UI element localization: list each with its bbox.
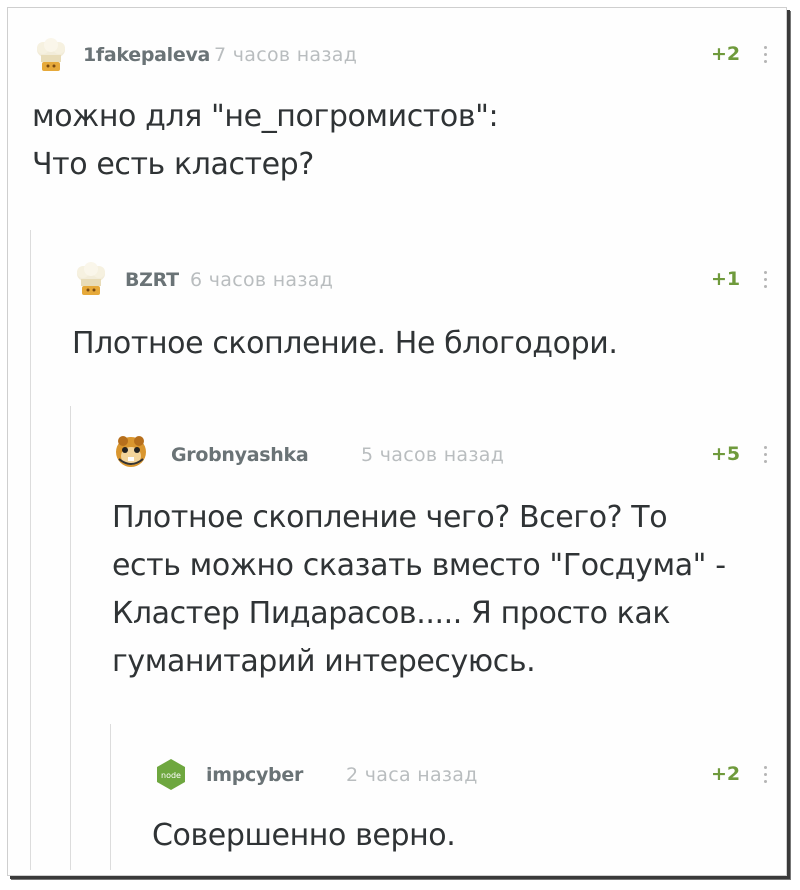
comment-text: Плотное скопление. Не блогодори. — [72, 320, 618, 368]
comment-rating: +2 — [711, 43, 741, 65]
comment-text-line: Совершенно верно. — [152, 818, 456, 853]
comment-rating: +2 — [711, 763, 741, 785]
comment-text: Плотное скопление чего? Всего? То есть м… — [112, 494, 726, 686]
comment-timestamp[interactable]: 5 часов назад — [361, 444, 504, 466]
comment-text-line: Плотное скопление. Не блогодори. — [72, 326, 618, 361]
comment-timestamp[interactable]: 2 часа назад — [346, 764, 478, 786]
more-options-icon[interactable] — [764, 766, 768, 784]
comment-text-line: есть можно сказать вместо "Госдума" - — [112, 548, 726, 583]
comment-rating: +5 — [711, 443, 741, 465]
comment-timestamp[interactable]: 6 часов назад — [190, 269, 333, 291]
thread-line-level-3[interactable] — [110, 724, 111, 870]
more-options-icon[interactable] — [764, 446, 768, 464]
comment-text-line: Плотное скопление чего? Всего? То — [112, 500, 668, 535]
comment-timestamp[interactable]: 7 часов назад — [214, 44, 357, 66]
more-options-icon[interactable] — [764, 46, 768, 64]
comment-text-line: Кластер Пидарасов..... Я просто как — [112, 596, 671, 631]
avatar-node-text: node — [161, 771, 181, 780]
thread-line-level-2[interactable] — [70, 406, 71, 870]
comment-text: можно для "не_погромистов": Что есть кла… — [32, 93, 499, 189]
chef-hat-avatar-icon[interactable] — [33, 38, 69, 72]
comment-author[interactable]: BZRT — [125, 269, 179, 291]
comment-text-line: можно для "не_погромистов": — [32, 99, 499, 134]
comment-text-line: гуманитарий интересуюсь. — [112, 644, 536, 679]
comment-author[interactable]: impcyber — [206, 764, 303, 786]
hamster-avatar-icon[interactable] — [113, 435, 149, 469]
comment-1: 1fakepaleva 7 часов назад +2 можно для "… — [8, 8, 786, 228]
comment-author[interactable]: 1fakepaleva — [83, 44, 210, 66]
nodejs-hexagon-avatar-icon[interactable]: node — [153, 757, 189, 791]
more-options-icon[interactable] — [764, 271, 768, 289]
comment-text: Совершенно верно. — [152, 812, 456, 860]
comment-author[interactable]: Grobnyashka — [171, 444, 309, 466]
chef-hat-avatar-icon[interactable] — [73, 262, 109, 296]
comment-thread: 1fakepaleva 7 часов назад +2 можно для "… — [7, 7, 787, 876]
comment-rating: +1 — [711, 268, 741, 290]
thread-line-level-1[interactable] — [30, 230, 31, 870]
comment-text-line: Что есть кластер? — [32, 147, 314, 182]
